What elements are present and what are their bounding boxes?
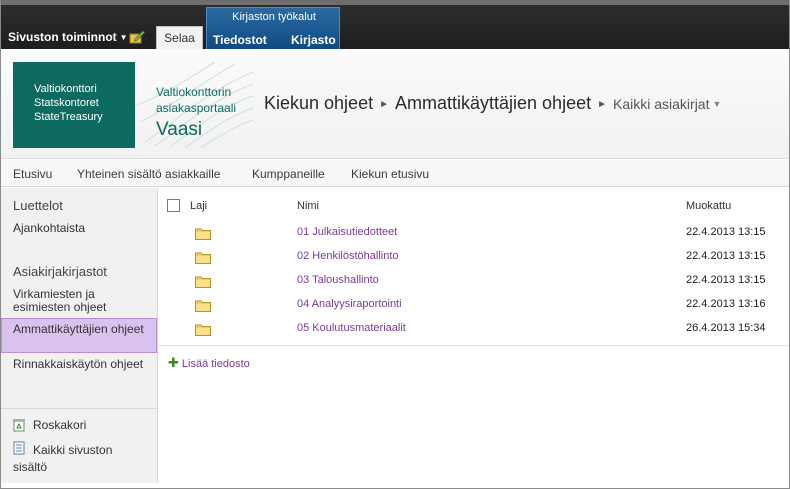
table-row[interactable]: 04 Analyysiraportointi 22.4.2013 13:16 <box>158 294 789 318</box>
portal-name-line-1: Valtiokonttorin <box>156 85 232 99</box>
select-all-checkbox[interactable] <box>167 199 180 212</box>
folder-icon <box>195 228 211 240</box>
logo-line-en: StateTreasury <box>34 111 103 123</box>
sharepoint-page: Sivuston toiminnot ▼ Selaa Kirjaston työk… <box>0 0 790 489</box>
topnav-item-shared-content[interactable]: Yhteinen sisältö asiakkaille <box>77 167 220 181</box>
row-name-link[interactable]: 02 Henkilöstöhallinto <box>297 250 399 262</box>
tab-library[interactable]: Kirjasto <box>291 33 336 47</box>
site-header: Valtiokonttori Statskontoret StateTreasu… <box>1 49 789 159</box>
quick-launch: Luettelot Ajankohtaista Asiakirjakirjast… <box>1 188 158 483</box>
list-bottom-divider <box>158 345 789 346</box>
column-modified[interactable]: Muokattu <box>686 200 731 212</box>
tab-files[interactable]: Tiedostot <box>213 33 267 47</box>
topnav-item-kieku-home[interactable]: Kiekun etusivu <box>351 167 429 181</box>
breadcrumb: Kiekun ohjeet ► Ammattikäyttäjien ohjeet ► K… <box>264 93 721 114</box>
add-document-link[interactable]: ✚ Lisää tiedosto <box>168 355 250 371</box>
add-plus-icon: ✚ <box>168 355 179 370</box>
row-modified: 22.4.2013 13:15 <box>686 250 766 262</box>
contextual-group-title: Kirjaston työkalut <box>232 11 316 23</box>
row-name-link[interactable]: 05 Koulutusmateriaalit <box>297 322 406 334</box>
nav-heading-libraries[interactable]: Asiakirjakirjastot <box>13 264 107 279</box>
ribbon-top-strip <box>1 0 789 5</box>
row-name-link[interactable]: 04 Analyysiraportointi <box>297 298 402 310</box>
tab-browse[interactable]: Selaa <box>156 26 203 49</box>
folder-icon <box>195 252 211 264</box>
logo-text: Valtiokonttori Statskontoret StateTreasu… <box>34 82 103 124</box>
portal-name-line-2: asiakasportaali <box>156 101 237 115</box>
breadcrumb-view[interactable]: Kaikki asiakirjat <box>613 96 709 112</box>
top-navigation: Etusivu Yhteinen sisältö asiakkaille Kum… <box>1 160 789 187</box>
table-row[interactable]: 01 Julkaisutiedotteet 22.4.2013 13:15 <box>158 222 789 246</box>
column-name[interactable]: Nimi <box>297 200 319 212</box>
list-column-header: Laji Nimi Muokattu <box>158 188 789 224</box>
logo-line-fi: Valtiokonttori <box>34 83 97 95</box>
site-actions-label: Sivuston toiminnot <box>8 30 117 44</box>
breadcrumb-separator-icon: ► <box>597 99 607 110</box>
ribbon: Sivuston toiminnot ▼ Selaa Kirjaston työk… <box>1 0 789 49</box>
edit-page-icon[interactable] <box>129 30 145 44</box>
row-modified: 26.4.2013 15:34 <box>686 322 766 334</box>
logo-line-sv: Statskontoret <box>34 97 99 109</box>
breadcrumb-site[interactable]: Kiekun ohjeet <box>264 93 373 113</box>
chevron-down-icon: ▼ <box>119 33 128 42</box>
folder-icon <box>195 300 211 312</box>
folder-icon <box>195 276 211 288</box>
column-type[interactable]: Laji <box>190 200 207 212</box>
nav-item-news[interactable]: Ajankohtaista <box>13 222 153 235</box>
treasury-logo[interactable]: Valtiokonttori Statskontoret StateTreasu… <box>13 62 135 148</box>
breadcrumb-separator-icon: ► <box>379 99 389 110</box>
nav-divider <box>1 408 157 409</box>
nav-item-professional-guides[interactable]: Ammattikäyttäjien ohjeet <box>13 323 153 336</box>
view-dropdown-icon[interactable]: ▼ <box>712 99 721 109</box>
breadcrumb-library[interactable]: Ammattikäyttäjien ohjeet <box>395 93 591 113</box>
portal-city: Vaasi <box>156 119 203 140</box>
row-modified: 22.4.2013 13:15 <box>686 226 766 238</box>
topnav-item-partners[interactable]: Kumppaneille <box>252 167 325 181</box>
recycle-bin-icon <box>13 419 25 432</box>
contextual-tab-group: Kirjaston työkalut Tiedostot Kirjasto <box>206 7 340 49</box>
table-row[interactable]: 05 Koulutusmateriaalit 26.4.2013 15:34 <box>158 318 789 342</box>
nav-item-official-guides[interactable]: Virkamiesten ja esimiesten ohjeet <box>13 288 153 314</box>
row-name-link[interactable]: 01 Julkaisutiedotteet <box>297 226 397 238</box>
topnav-item-home[interactable]: Etusivu <box>13 167 52 181</box>
table-row[interactable]: 02 Henkilöstöhallinto 22.4.2013 13:15 <box>158 246 789 270</box>
folder-icon <box>195 324 211 336</box>
nav-item-all-site-content[interactable]: Kaikki sivuston sisältö <box>13 442 133 476</box>
nav-item-parallel-use-guides[interactable]: Rinnakkaiskäytön ohjeet <box>13 358 153 371</box>
portal-name: Valtiokonttorin asiakasportaali <box>156 84 236 116</box>
nav-heading-lists[interactable]: Luettelot <box>13 198 63 213</box>
site-actions-menu[interactable]: Sivuston toiminnot ▼ <box>8 30 128 44</box>
nav-item-recycle-bin[interactable]: Roskakori <box>33 419 143 432</box>
document-library-list: Laji Nimi Muokattu 01 Julkaisutiedotteet… <box>158 188 789 483</box>
row-name-link[interactable]: 03 Taloushallinto <box>297 274 379 286</box>
table-row[interactable]: 03 Taloushallinto 22.4.2013 13:15 <box>158 270 789 294</box>
add-document-label: Lisää tiedosto <box>181 358 250 370</box>
row-modified: 22.4.2013 13:16 <box>686 298 766 310</box>
row-modified: 22.4.2013 13:15 <box>686 274 766 286</box>
